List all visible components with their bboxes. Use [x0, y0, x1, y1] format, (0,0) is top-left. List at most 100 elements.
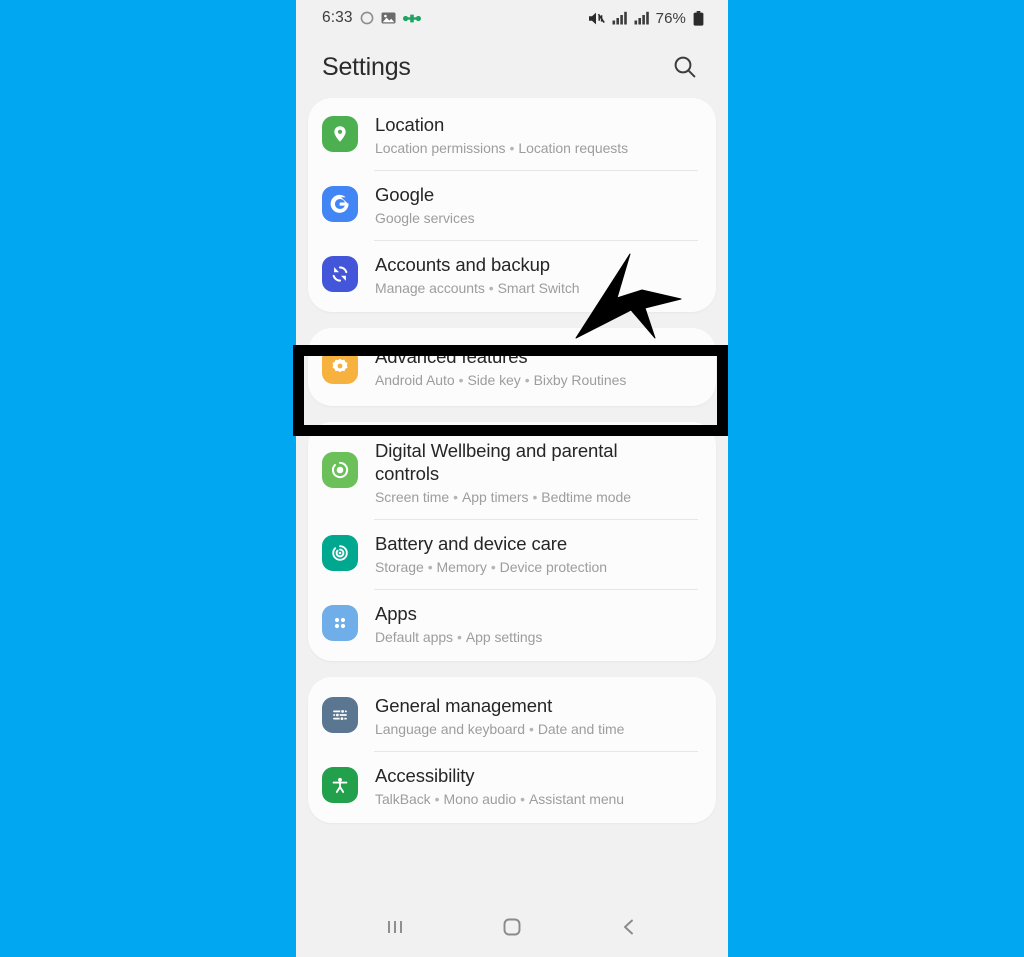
- list-item-text: Google Google services: [375, 183, 475, 227]
- subtitle-separator: •: [528, 721, 534, 737]
- subtitle-part: Google services: [375, 210, 475, 226]
- list-item-text: Accessibility TalkBack • Mono audio • Assist…: [375, 764, 624, 808]
- list-item-text: Battery and device care Storage • Memory • D…: [375, 532, 607, 576]
- accessibility-person-icon-wrap: [322, 767, 358, 803]
- settings-group-system: General management Language and keyboard…: [308, 677, 716, 823]
- home-icon: [503, 918, 521, 936]
- subtitle-part: Mono audio: [443, 791, 517, 807]
- subtitle-part: Language and keyboard: [375, 721, 525, 737]
- settings-group-accounts: Location Location permissions • Location r…: [308, 98, 716, 312]
- status-bar-left: 6:33: [322, 9, 421, 27]
- device-care-icon: [332, 545, 348, 561]
- back-chevron-icon: [624, 919, 634, 935]
- list-item-google[interactable]: Google Google services: [322, 170, 702, 240]
- list-item-text: General management Language and keyboard…: [375, 694, 624, 738]
- list-item-title: General management: [375, 695, 553, 716]
- list-item-subtitle: Screen time • App timers • Bedtime mode: [375, 488, 665, 506]
- subtitle-part: Smart Switch: [497, 280, 580, 296]
- subtitle-part: Side key: [467, 372, 521, 388]
- list-item-subtitle: Manage accounts • Smart Switch: [375, 279, 580, 297]
- list-item-subtitle: Language and keyboard • Date and time: [375, 720, 624, 738]
- home-button[interactable]: [486, 905, 538, 949]
- phone-screen: 6:33 76% Settings Location Location perm…: [296, 0, 728, 957]
- title-bar: Settings: [296, 36, 728, 98]
- list-item-battery-and-device-care[interactable]: Battery and device care Storage • Memory • D…: [322, 519, 702, 589]
- list-item-digital-wellbeing[interactable]: Digital Wellbeing and parental controls …: [322, 424, 702, 519]
- search-button[interactable]: [668, 50, 702, 84]
- list-item-title: Apps: [375, 603, 417, 624]
- settings-group-advanced: Advanced features Android Auto • Side key •…: [308, 328, 716, 406]
- subtitle-part: Screen time: [375, 489, 450, 505]
- subtitle-part: Date and time: [537, 721, 625, 737]
- list-item-title: Accessibility: [375, 765, 475, 786]
- recent-apps-button[interactable]: [369, 905, 421, 949]
- subtitle-part: Bixby Routines: [533, 372, 627, 388]
- location-pin-icon-wrap: [322, 116, 358, 152]
- sync-accounts-icon: [332, 266, 348, 282]
- settings-list[interactable]: Location Location permissions • Location r…: [296, 98, 728, 823]
- list-item-general-management[interactable]: General management Language and keyboard…: [322, 679, 702, 751]
- list-item-text: Digital Wellbeing and parental controls …: [375, 439, 665, 506]
- sync-accounts-icon-wrap: [322, 256, 358, 292]
- signal-bars-icon: [634, 11, 649, 25]
- photo-icon: [381, 12, 396, 24]
- list-item-title: Advanced features: [375, 346, 528, 367]
- circle-icon: [360, 11, 373, 25]
- settings-group-device: Digital Wellbeing and parental controls …: [308, 422, 716, 661]
- wellbeing-icon: [332, 461, 349, 479]
- list-item-accounts-and-backup[interactable]: Accounts and backup Manage accounts • Smar…: [322, 240, 702, 310]
- subtitle-separator: •: [434, 791, 440, 807]
- subtitle-part: Android Auto: [375, 372, 455, 388]
- list-item-subtitle: Default apps • App settings: [375, 628, 542, 646]
- subtitle-separator: •: [524, 372, 530, 388]
- list-item-apps[interactable]: Apps Default apps • App settings: [322, 589, 702, 659]
- list-item-text: Location Location permissions • Location r…: [375, 113, 628, 157]
- subtitle-part: App timers: [462, 489, 529, 505]
- google-g-icon-wrap: [322, 186, 358, 222]
- advanced-gear-icon: [332, 358, 348, 373]
- page-title: Settings: [322, 52, 411, 81]
- mute-icon: [588, 12, 605, 24]
- status-bar: 6:33 76%: [296, 0, 728, 36]
- list-item-title: Digital Wellbeing and parental controls: [375, 440, 618, 484]
- subtitle-separator: •: [490, 559, 496, 575]
- apps-grid-icon-wrap: [322, 605, 358, 641]
- list-item-accessibility[interactable]: Accessibility TalkBack • Mono audio • Assist…: [322, 751, 702, 821]
- recent-apps-icon: [387, 921, 402, 933]
- wellbeing-icon-wrap: [322, 452, 358, 488]
- device-care-icon-wrap: [322, 535, 358, 571]
- status-bar-right: 76%: [588, 10, 704, 27]
- search-icon: [674, 56, 696, 78]
- back-button[interactable]: [603, 905, 655, 949]
- google-g-icon: [330, 194, 349, 213]
- sliders-icon: [333, 709, 347, 722]
- bluetooth-connected-icon: [402, 14, 421, 22]
- list-item-subtitle: Android Auto • Side key • Bixby Routines: [375, 371, 626, 389]
- list-item-title: Accounts and backup: [375, 254, 550, 275]
- battery-icon: [693, 10, 704, 26]
- subtitle-separator: •: [453, 489, 459, 505]
- subtitle-part: App settings: [465, 629, 543, 645]
- navigation-bar: [296, 897, 728, 957]
- signal-bars-icon: [612, 11, 627, 25]
- battery-percent: 76%: [655, 9, 686, 27]
- accessibility-person-icon: [332, 777, 348, 793]
- advanced-gear-icon-wrap: [322, 348, 358, 384]
- subtitle-separator: •: [509, 140, 515, 156]
- subtitle-separator: •: [427, 559, 433, 575]
- subtitle-separator: •: [520, 791, 526, 807]
- list-item-subtitle: Storage • Memory • Device protection: [375, 558, 607, 576]
- subtitle-part: Device protection: [499, 559, 607, 575]
- subtitle-part: Location requests: [518, 140, 629, 156]
- list-item-advanced-features[interactable]: Advanced features Android Auto • Side key •…: [322, 330, 702, 404]
- list-item-subtitle: Google services: [375, 209, 475, 227]
- subtitle-separator: •: [457, 629, 462, 645]
- list-item-subtitle: TalkBack • Mono audio • Assistant menu: [375, 790, 624, 808]
- subtitle-part: Assistant menu: [529, 791, 625, 807]
- list-item-location[interactable]: Location Location permissions • Location r…: [322, 100, 702, 170]
- subtitle-separator: •: [488, 280, 494, 296]
- subtitle-part: Bedtime mode: [541, 489, 631, 505]
- status-clock: 6:33: [322, 9, 353, 26]
- subtitle-part: Memory: [436, 559, 487, 575]
- apps-grid-icon: [334, 617, 346, 629]
